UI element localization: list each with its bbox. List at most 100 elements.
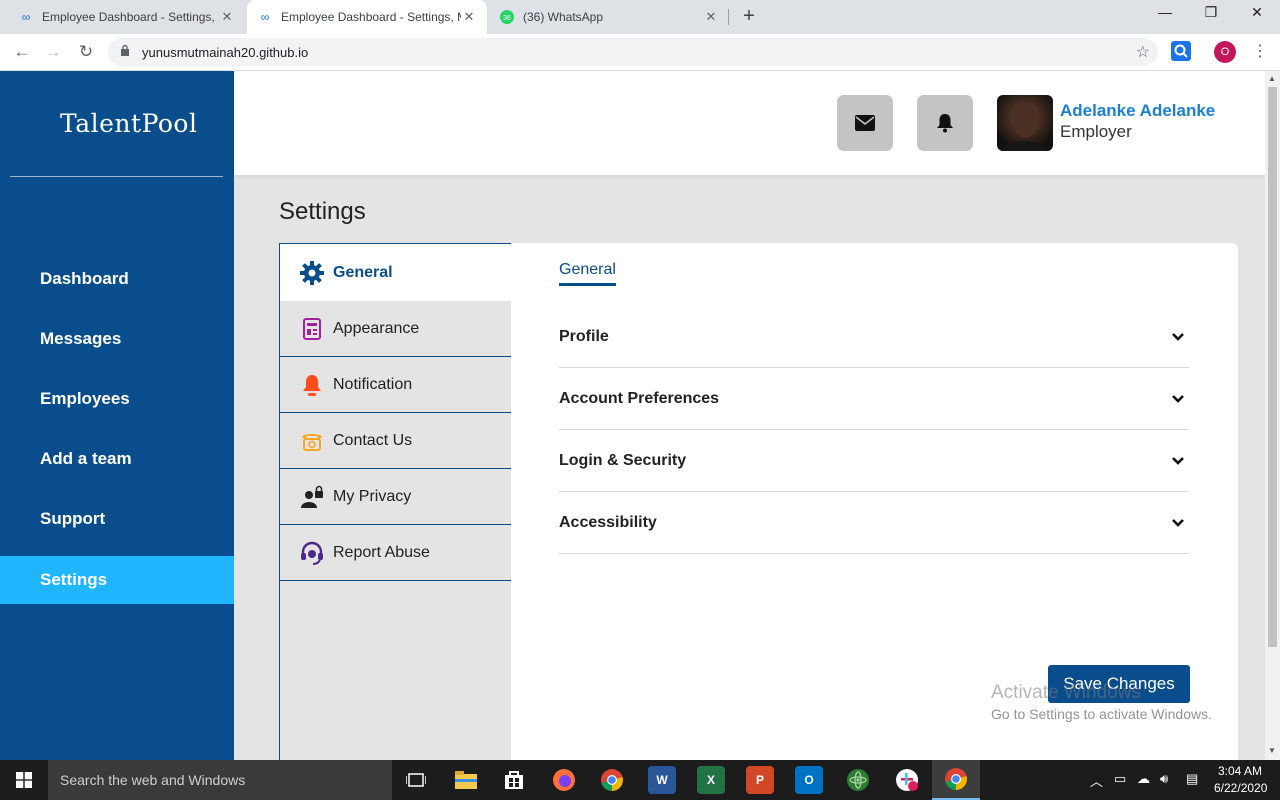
- close-tab-icon[interactable]: ✕: [703, 9, 719, 25]
- reload-icon[interactable]: ↻: [75, 41, 97, 63]
- chevron-down-icon: [1172, 518, 1184, 527]
- accordion-title: Accessibility: [559, 513, 657, 531]
- notifications-button[interactable]: [917, 95, 973, 151]
- accordion-title: Login & Security: [559, 451, 687, 469]
- top-header: Adelanke Adelanke Employer: [234, 71, 1265, 175]
- svg-text:36: 36: [503, 15, 511, 22]
- page-scrollbar[interactable]: ▲ ▼: [1265, 71, 1280, 760]
- sidebar-item-settings[interactable]: Settings: [0, 556, 234, 604]
- settings-menu-label: General: [333, 263, 393, 281]
- accordion-profile[interactable]: Profile: [559, 306, 1189, 368]
- telephone-icon: [300, 429, 324, 453]
- powerpoint-icon[interactable]: P: [746, 766, 774, 794]
- back-icon[interactable]: ←: [11, 41, 33, 63]
- close-tab-icon[interactable]: ✕: [219, 9, 235, 25]
- infinity-icon: ∞: [260, 10, 270, 24]
- accordion-login-security[interactable]: Login & Security: [559, 430, 1189, 492]
- app-page: TalentPool Dashboard Messages Employees …: [0, 71, 1265, 760]
- onedrive-icon[interactable]: ☁: [1137, 771, 1150, 787]
- windows-start-button[interactable]: [0, 760, 48, 800]
- gear-icon: [300, 260, 324, 285]
- excel-icon[interactable]: X: [697, 766, 725, 794]
- browser-tab-3[interactable]: 36 (36) WhatsApp ✕: [489, 0, 729, 34]
- task-view-icon[interactable]: [402, 766, 430, 794]
- minimize-icon[interactable]: —: [1155, 4, 1175, 20]
- action-center-icon[interactable]: ▤: [1186, 771, 1198, 787]
- firefox-icon[interactable]: [550, 766, 578, 794]
- page-title: Settings: [279, 198, 366, 225]
- bookmark-star-icon[interactable]: ☆: [1136, 42, 1150, 62]
- infinity-icon: ∞: [21, 10, 31, 24]
- settings-menu-label: Contact Us: [333, 431, 413, 449]
- new-tab-icon[interactable]: +: [737, 5, 761, 29]
- browser-menu-icon[interactable]: ⋮: [1252, 41, 1268, 61]
- file-explorer-icon[interactable]: [452, 766, 480, 794]
- forward-icon[interactable]: →: [42, 41, 64, 63]
- taskbar-search-input[interactable]: Search the web and Windows: [48, 760, 392, 800]
- taskbar-chrome-active[interactable]: [932, 760, 980, 800]
- outlook-icon[interactable]: O: [795, 766, 823, 794]
- tab-general[interactable]: General: [559, 261, 616, 286]
- user-name[interactable]: Adelanke Adelanke: [1060, 101, 1215, 121]
- close-tab-icon[interactable]: ✕: [461, 9, 477, 25]
- atom-icon[interactable]: [844, 766, 872, 794]
- privacy-icon: [300, 485, 324, 509]
- url-field[interactable]: yunusmutmainah20.github.io ☆: [108, 38, 1158, 66]
- activate-windows-hint: Go to Settings to activate Windows.: [991, 706, 1212, 722]
- sidebar-item-add-team[interactable]: Add a team: [0, 435, 234, 483]
- scrollbar-thumb[interactable]: [1268, 87, 1277, 647]
- chevron-down-icon: [1172, 456, 1184, 465]
- window-close-icon[interactable]: ✕: [1247, 4, 1267, 21]
- extension-icon[interactable]: [1171, 41, 1191, 61]
- scroll-down-icon[interactable]: ▼: [1268, 746, 1276, 755]
- clock-date[interactable]: 6/22/2020: [1214, 781, 1267, 795]
- accordion-account-preferences[interactable]: Account Preferences: [559, 368, 1189, 430]
- settings-menu-label: Appearance: [333, 319, 420, 337]
- activate-windows-watermark: Activate Windows: [991, 682, 1141, 703]
- tray-chevron-up-icon[interactable]: ︿: [1090, 771, 1103, 790]
- url-text: yunusmutmainah20.github.io: [142, 45, 309, 60]
- messages-button[interactable]: [837, 95, 893, 151]
- scroll-up-icon[interactable]: ▲: [1268, 74, 1276, 83]
- settings-menu-my-privacy[interactable]: My Privacy: [280, 469, 512, 525]
- clock-time[interactable]: 3:04 AM: [1218, 764, 1262, 778]
- chrome-icon: [945, 768, 967, 790]
- accordion-accessibility[interactable]: Accessibility: [559, 492, 1189, 554]
- settings-menu-notification[interactable]: Notification: [280, 357, 512, 413]
- avatar[interactable]: [997, 95, 1053, 151]
- sidebar-item-dashboard[interactable]: Dashboard: [0, 255, 234, 303]
- sidebar-item-messages[interactable]: Messages: [0, 315, 234, 363]
- whatsapp-icon: 36: [499, 9, 515, 25]
- settings-menu-appearance[interactable]: Appearance: [280, 301, 512, 357]
- lock-icon: [121, 44, 129, 56]
- user-photo: [1000, 104, 1050, 151]
- sidebar-item-support[interactable]: Support: [0, 495, 234, 543]
- restore-icon[interactable]: ❐: [1201, 4, 1221, 21]
- divider: [10, 176, 223, 177]
- settings-menu-label: Report Abuse: [333, 543, 430, 561]
- battery-icon[interactable]: ▭: [1114, 771, 1126, 787]
- settings-menu-label: Notification: [333, 375, 413, 393]
- chevron-down-icon: [1172, 332, 1184, 341]
- settings-menu: General Appearance Notification Contact …: [279, 243, 512, 760]
- profile-avatar[interactable]: O: [1214, 41, 1236, 63]
- tab-title: (36) WhatsApp: [523, 10, 604, 24]
- slack-icon[interactable]: [893, 766, 921, 794]
- windows-logo-icon: [16, 772, 32, 788]
- settings-menu-general[interactable]: General: [280, 243, 512, 301]
- tab-separator: [728, 9, 729, 25]
- talentpool-logo[interactable]: TalentPool: [60, 109, 197, 138]
- word-icon[interactable]: W: [648, 766, 676, 794]
- bell-icon: [937, 114, 953, 133]
- volume-icon[interactable]: 🔊︎: [1160, 771, 1168, 787]
- chrome-icon[interactable]: [598, 766, 626, 794]
- settings-menu-report-abuse[interactable]: Report Abuse: [280, 525, 512, 581]
- sidebar-item-employees[interactable]: Employees: [0, 375, 234, 423]
- tab-title: Employee Dashboard - Settings, M: [42, 10, 219, 24]
- store-icon[interactable]: [500, 766, 528, 794]
- browser-tab-2[interactable]: ∞ Employee Dashboard - Settings, M ✕: [247, 0, 487, 34]
- sidebar: TalentPool Dashboard Messages Employees …: [0, 71, 234, 760]
- settings-menu-label: My Privacy: [333, 487, 412, 505]
- browser-tab-1[interactable]: ∞ Employee Dashboard - Settings, M ✕: [8, 0, 245, 34]
- settings-menu-contact-us[interactable]: Contact Us: [280, 413, 512, 469]
